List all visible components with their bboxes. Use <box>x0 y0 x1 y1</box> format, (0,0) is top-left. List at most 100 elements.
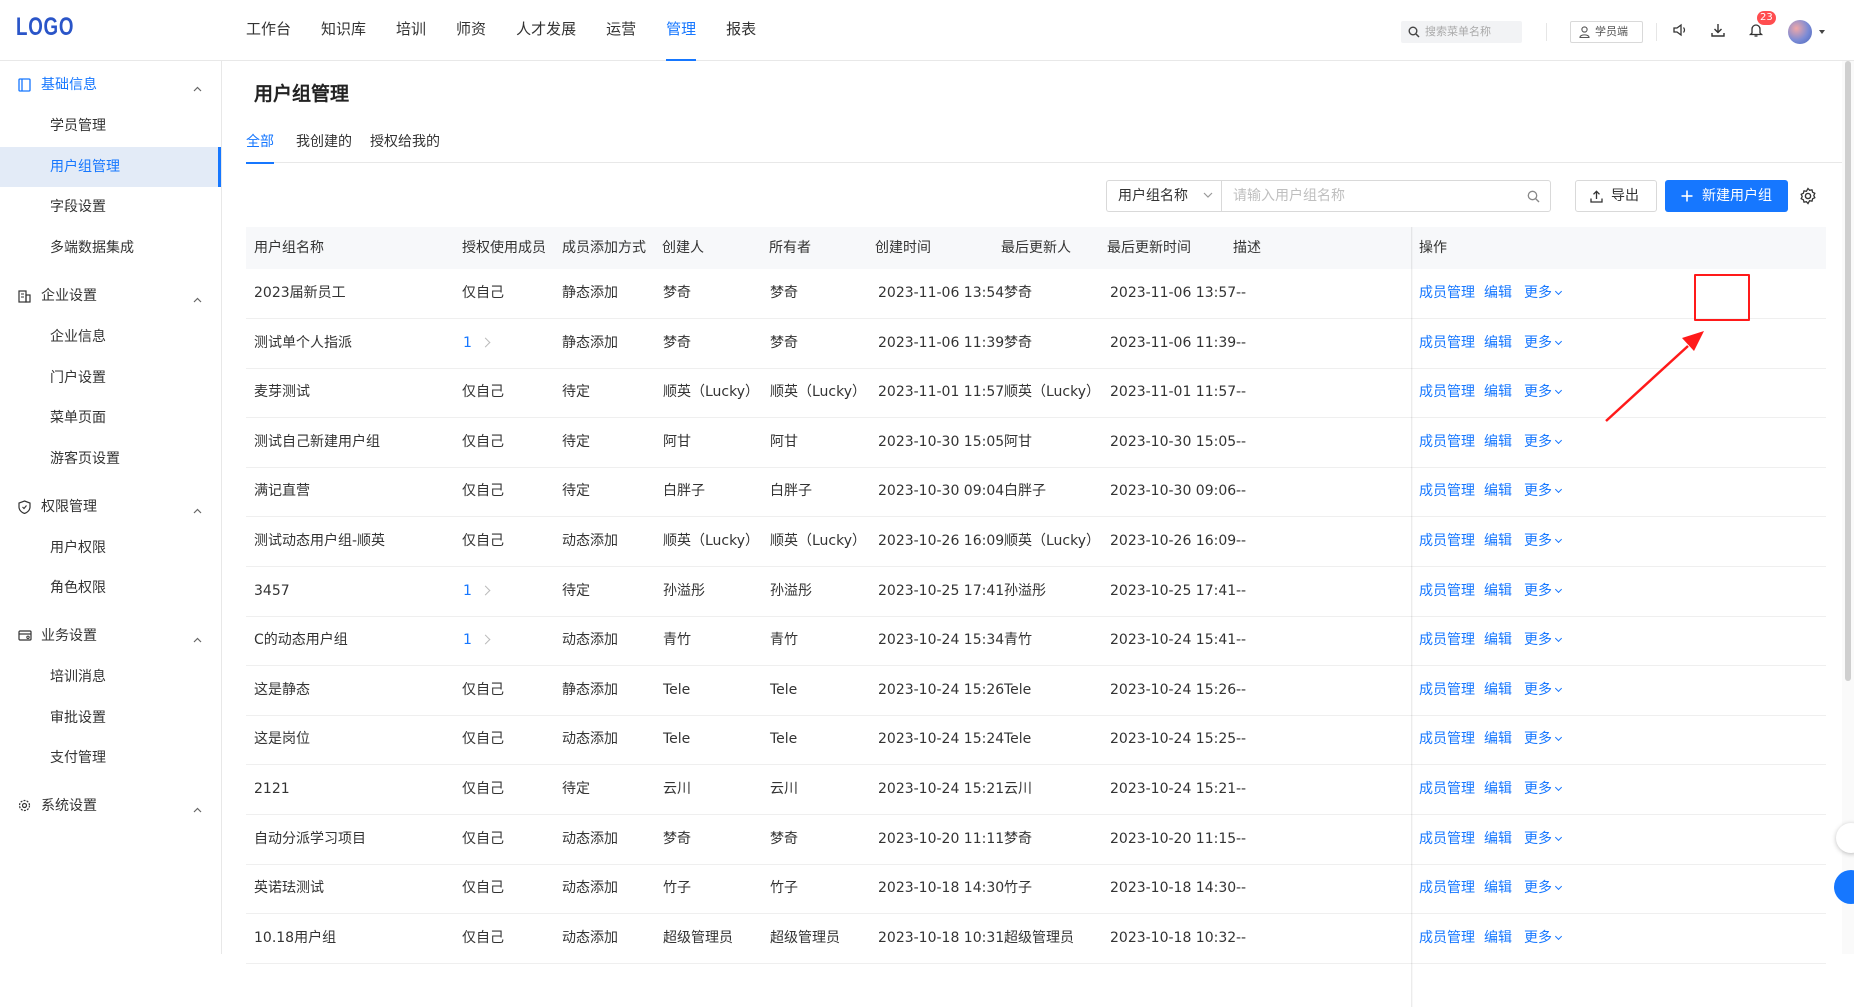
sidebar-item[interactable]: 培训消息 <box>0 657 221 697</box>
sidebar-item[interactable]: 角色权限 <box>0 568 221 608</box>
chevron-up-icon[interactable] <box>193 631 202 647</box>
members-manage-link[interactable]: 成员管理 <box>1419 914 1475 963</box>
topnav-item[interactable]: 报表 <box>726 0 756 61</box>
sidebar-item[interactable]: 门户设置 <box>0 358 221 398</box>
topnav-item[interactable]: 管理 <box>666 0 696 61</box>
edit-link[interactable]: 编辑 <box>1484 567 1512 616</box>
more-dropdown[interactable]: 更多 <box>1524 715 1561 764</box>
topnav-item[interactable]: 培训 <box>396 0 426 61</box>
filter-field-select[interactable]: 用户组名称 <box>1106 180 1221 212</box>
more-dropdown[interactable]: 更多 <box>1524 567 1561 616</box>
more-dropdown[interactable]: 更多 <box>1524 368 1561 417</box>
members-manage-link[interactable]: 成员管理 <box>1419 517 1475 566</box>
more-dropdown[interactable]: 更多 <box>1524 815 1561 864</box>
cell-creator: 梦奇 <box>663 319 691 368</box>
tab-item[interactable]: 我创建的 <box>296 121 352 163</box>
more-dropdown[interactable]: 更多 <box>1524 517 1561 566</box>
book-icon <box>18 78 31 96</box>
members-manage-link[interactable]: 成员管理 <box>1419 418 1475 467</box>
switch-learner-button[interactable]: 学员端 <box>1570 21 1643 43</box>
more-dropdown[interactable]: 更多 <box>1524 765 1561 814</box>
more-dropdown[interactable]: 更多 <box>1524 616 1561 665</box>
more-dropdown[interactable]: 更多 <box>1524 666 1561 715</box>
authorized-members-link[interactable]: 1 <box>463 319 489 368</box>
topnav-item[interactable]: 师资 <box>456 0 486 61</box>
sidebar-item[interactable]: 游客页设置 <box>0 439 221 479</box>
members-manage-link[interactable]: 成员管理 <box>1419 815 1475 864</box>
topnav-item[interactable]: 运营 <box>606 0 636 61</box>
topnav-item[interactable]: 人才发展 <box>516 0 576 61</box>
sidebar-group[interactable]: 系统设置 <box>0 782 221 830</box>
group-name-search-input[interactable]: 请输入用户组名称 <box>1221 180 1551 212</box>
sidebar-group[interactable]: 基础信息 <box>0 61 221 109</box>
chevron-up-icon[interactable] <box>193 502 202 518</box>
chevron-up-icon[interactable] <box>193 80 202 96</box>
tab-item[interactable]: 全部 <box>246 121 274 163</box>
sidebar-item[interactable]: 多端数据集成 <box>0 228 221 268</box>
members-manage-link[interactable]: 成员管理 <box>1419 567 1475 616</box>
edit-link[interactable]: 编辑 <box>1484 765 1512 814</box>
topnav-item[interactable]: 工作台 <box>246 0 291 61</box>
edit-link[interactable]: 编辑 <box>1484 418 1512 467</box>
members-manage-link[interactable]: 成员管理 <box>1419 715 1475 764</box>
sidebar-item[interactable]: 审批设置 <box>0 698 221 738</box>
sidebar-group[interactable]: 权限管理 <box>0 483 221 531</box>
export-button[interactable]: 导出 <box>1575 180 1657 212</box>
topnav-item[interactable]: 知识库 <box>321 0 366 61</box>
sidebar-item[interactable]: 菜单页面 <box>0 398 221 438</box>
authorized-members-link[interactable]: 1 <box>463 567 489 616</box>
members-manage-link[interactable]: 成员管理 <box>1419 368 1475 417</box>
chevron-down-icon[interactable] <box>1819 30 1825 34</box>
search-icon[interactable] <box>1527 190 1540 203</box>
edit-link[interactable]: 编辑 <box>1484 666 1512 715</box>
sidebar-group[interactable]: 企业设置 <box>0 272 221 320</box>
tab-item[interactable]: 授权给我的 <box>370 121 440 163</box>
members-manage-link[interactable]: 成员管理 <box>1419 864 1475 913</box>
cell-desc: -- <box>1236 567 1246 616</box>
scrollbar-thumb[interactable] <box>1845 61 1851 681</box>
cell-method: 动态添加 <box>562 517 618 566</box>
members-manage-link[interactable]: 成员管理 <box>1419 666 1475 715</box>
menu-search-input[interactable]: 搜索菜单名称 <box>1401 21 1522 43</box>
more-dropdown[interactable]: 更多 <box>1524 418 1561 467</box>
more-dropdown[interactable]: 更多 <box>1524 467 1561 516</box>
authorized-members-link[interactable]: 1 <box>463 616 489 665</box>
sidebar-item[interactable]: 用户组管理 <box>0 147 221 187</box>
column-settings-gear-icon[interactable] <box>1799 187 1817 205</box>
chevron-up-icon[interactable] <box>193 801 202 817</box>
chevron-up-icon[interactable] <box>193 291 202 307</box>
sidebar-group-label: 业务设置 <box>41 612 97 660</box>
speaker-icon[interactable] <box>1672 22 1688 38</box>
edit-link[interactable]: 编辑 <box>1484 269 1512 318</box>
sidebar-item[interactable]: 字段设置 <box>0 187 221 227</box>
sidebar-item[interactable]: 学员管理 <box>0 106 221 146</box>
edit-link[interactable]: 编辑 <box>1484 517 1512 566</box>
sidebar-group[interactable]: 业务设置 <box>0 612 221 660</box>
members-manage-link[interactable]: 成员管理 <box>1419 467 1475 516</box>
cell-updater: 白胖子 <box>1004 467 1046 516</box>
edit-link[interactable]: 编辑 <box>1484 715 1512 764</box>
sidebar-item[interactable]: 支付管理 <box>0 738 221 778</box>
more-dropdown[interactable]: 更多 <box>1524 319 1561 368</box>
members-manage-link[interactable]: 成员管理 <box>1419 269 1475 318</box>
more-dropdown[interactable]: 更多 <box>1524 864 1561 913</box>
new-user-group-button[interactable]: 新建用户组 <box>1665 180 1788 212</box>
edit-link[interactable]: 编辑 <box>1484 467 1512 516</box>
members-manage-link[interactable]: 成员管理 <box>1419 319 1475 368</box>
edit-link[interactable]: 编辑 <box>1484 319 1512 368</box>
members-manage-link[interactable]: 成员管理 <box>1419 765 1475 814</box>
scrollbar[interactable] <box>1842 61 1854 954</box>
edit-link[interactable]: 编辑 <box>1484 815 1512 864</box>
edit-link[interactable]: 编辑 <box>1484 864 1512 913</box>
table-header: 用户组名称授权使用成员成员添加方式创建人所有者创建时间最后更新人最后更新时间描述… <box>246 227 1826 269</box>
edit-link[interactable]: 编辑 <box>1484 914 1512 963</box>
avatar[interactable] <box>1788 20 1812 44</box>
sidebar-item[interactable]: 用户权限 <box>0 528 221 568</box>
more-dropdown[interactable]: 更多 <box>1524 914 1561 963</box>
members-manage-link[interactable]: 成员管理 <box>1419 616 1475 665</box>
download-icon[interactable] <box>1710 22 1726 38</box>
more-dropdown[interactable]: 更多 <box>1524 269 1561 318</box>
edit-link[interactable]: 编辑 <box>1484 368 1512 417</box>
sidebar-item[interactable]: 企业信息 <box>0 317 221 357</box>
edit-link[interactable]: 编辑 <box>1484 616 1512 665</box>
